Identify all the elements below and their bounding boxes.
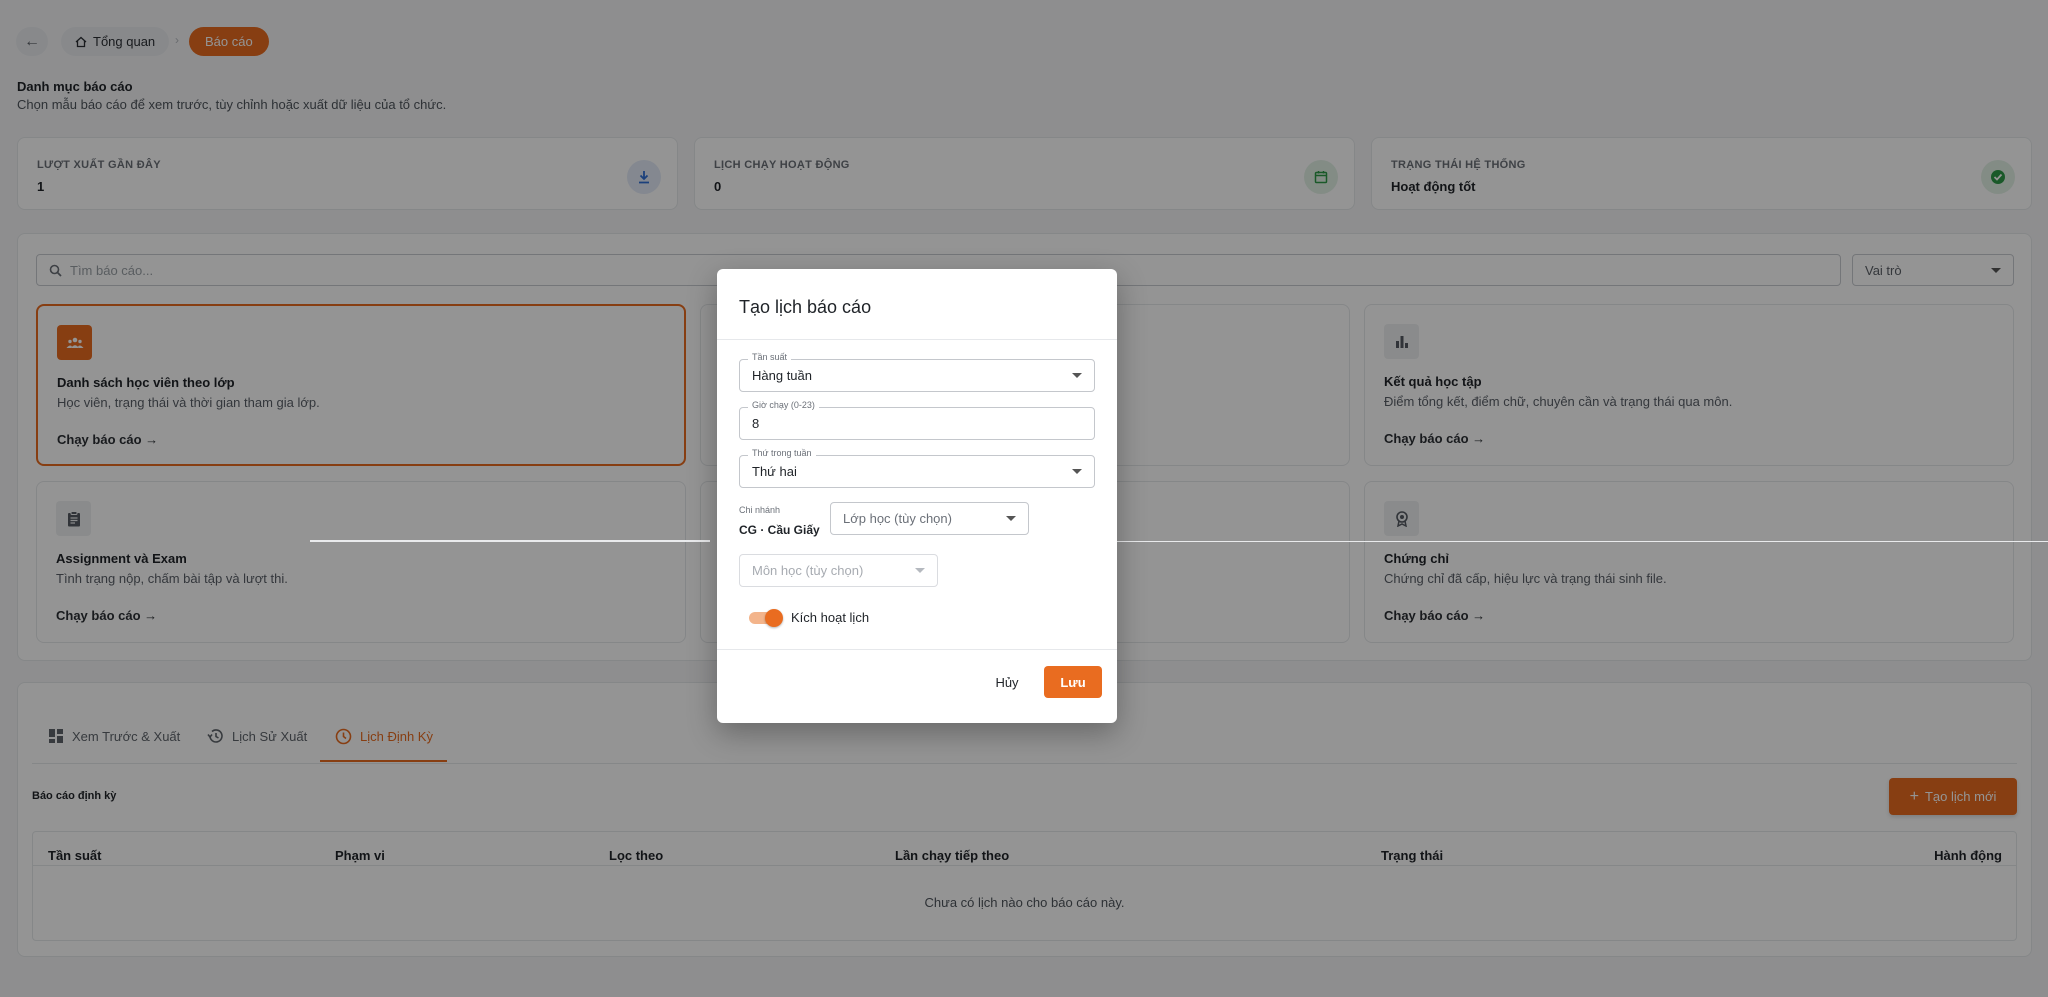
hour-input[interactable]: Giờ chạy (0-23) 8 [739, 400, 1095, 440]
branch-value: CG · Cầu Giấy [739, 523, 820, 537]
chevron-down-icon [1072, 373, 1082, 378]
create-schedule-dialog: Tạo lịch báo cáo Tần suất Hàng tuần Giờ … [717, 269, 1117, 723]
cancel-button[interactable]: Hủy [987, 666, 1027, 698]
dialog-divider [717, 339, 1117, 340]
chevron-down-icon [915, 568, 925, 573]
subject-select[interactable]: Môn học (tùy chọn) [739, 554, 938, 587]
class-select-placeholder: Lớp học (tùy chọn) [843, 511, 952, 526]
chevron-down-icon [1072, 469, 1082, 474]
dialog-divider [717, 649, 1117, 650]
frequency-select[interactable]: Tần suất Hàng tuần [739, 352, 1095, 392]
toggle-thumb [765, 609, 783, 627]
toggle-label: Kích hoạt lịch [791, 610, 870, 625]
chevron-down-icon [1006, 516, 1016, 521]
dialog-title: Tạo lịch báo cáo [739, 297, 872, 317]
branch-label: Chi nhánh [739, 505, 781, 515]
frequency-label: Tần suất [748, 352, 792, 362]
activate-schedule-toggle[interactable] [749, 609, 785, 627]
frequency-value: Hàng tuần [752, 368, 812, 383]
weekday-select[interactable]: Thứ trong tuần Thứ hai [739, 448, 1095, 488]
subject-select-placeholder: Môn học (tùy chọn) [752, 563, 864, 578]
hour-label: Giờ chạy (0-23) [748, 400, 819, 410]
render-artifact-line [1115, 541, 2048, 542]
weekday-label: Thứ trong tuần [748, 448, 816, 458]
weekday-value: Thứ hai [752, 464, 797, 479]
hour-value: 8 [752, 416, 760, 431]
class-select[interactable]: Lớp học (tùy chọn) [830, 502, 1029, 535]
save-button[interactable]: Lưu [1044, 666, 1102, 698]
render-artifact-line [310, 540, 710, 542]
